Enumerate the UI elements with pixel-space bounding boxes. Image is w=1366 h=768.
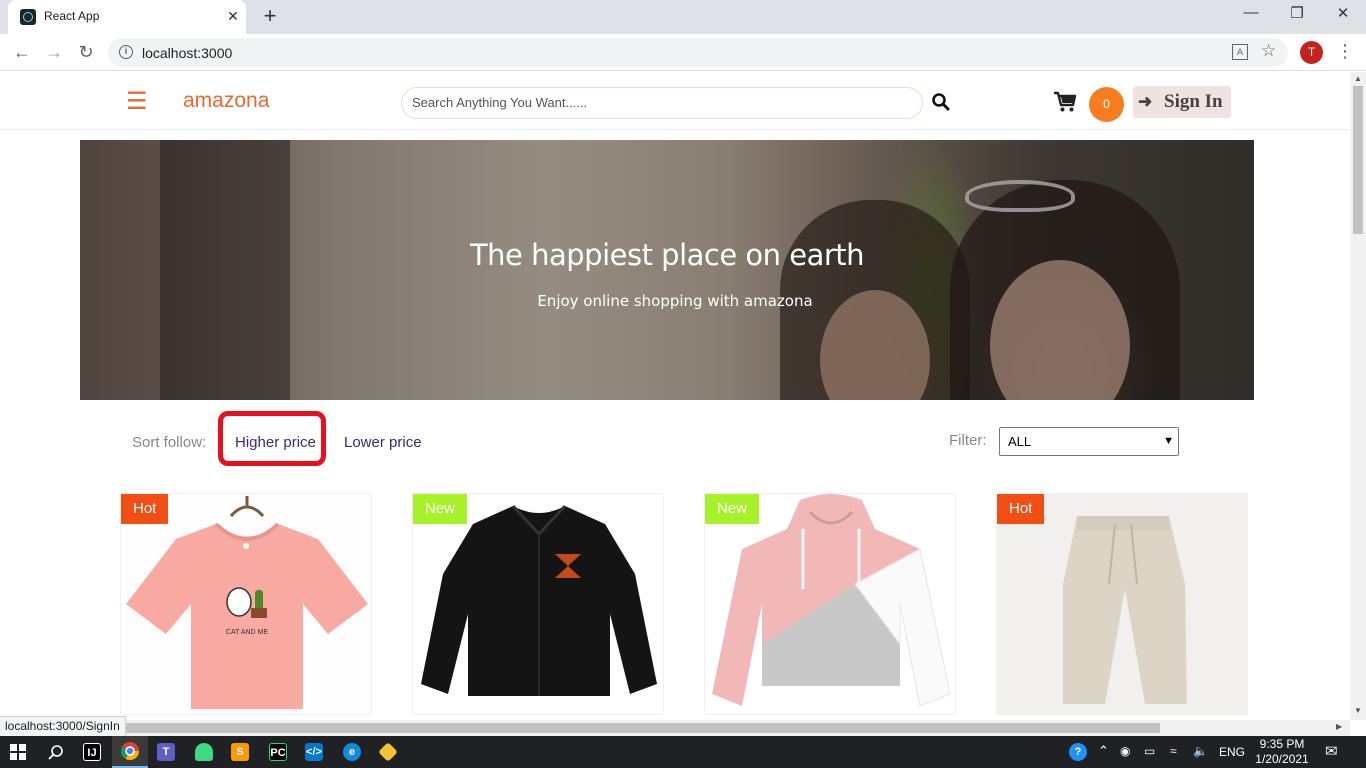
profile-avatar[interactable]: T — [1300, 41, 1323, 64]
notification-icon[interactable]: ✉ — [1325, 742, 1338, 760]
tab-close-icon[interactable]: ✕ — [224, 7, 242, 25]
site-info-icon[interactable]: i — [119, 45, 133, 59]
cart-icon[interactable] — [1053, 91, 1077, 113]
search-box — [401, 87, 923, 119]
page-viewport: ☰ amazona 0 ➜ Sign In The happiest place… — [0, 72, 1350, 720]
cart-count-badge[interactable]: 0 — [1089, 87, 1124, 122]
browser-menu-icon[interactable]: ⋮ — [1336, 40, 1354, 62]
highlight-annotation — [218, 411, 326, 466]
app-header: ☰ amazona 0 ➜ Sign In — [0, 72, 1350, 130]
scroll-down-icon[interactable]: ▼ — [1350, 706, 1366, 715]
product-card[interactable]: New — [412, 493, 664, 715]
filter-select[interactable]: ALL ▼ — [999, 427, 1179, 456]
teams-taskbar-icon[interactable]: T — [148, 736, 184, 768]
sign-in-button[interactable]: ➜ Sign In — [1133, 86, 1231, 118]
intellij-taskbar-icon[interactable]: IJ — [74, 736, 110, 768]
filter-selected-value: ALL — [1008, 434, 1032, 449]
translate-icon[interactable]: A — [1232, 44, 1248, 60]
help-icon[interactable]: ? — [1060, 736, 1096, 768]
android-studio-taskbar-icon[interactable] — [186, 736, 222, 768]
volume-icon[interactable]: 🔈 — [1193, 744, 1208, 758]
sign-in-label: Sign In — [1164, 91, 1223, 112]
bookmark-star-icon[interactable]: ☆ — [1261, 41, 1276, 61]
chrome-taskbar-icon[interactable] — [112, 736, 148, 768]
address-bar[interactable]: i localhost:3000 A ☆ — [108, 38, 1288, 67]
forward-arrow-icon[interactable]: → — [42, 40, 66, 64]
filter-label: Filter: — [949, 432, 987, 449]
product-badge: Hot — [121, 494, 169, 524]
vertical-scroll-thumb[interactable] — [1353, 86, 1363, 234]
sort-label: Sort follow: — [132, 434, 207, 451]
wifi-icon[interactable]: ≈ — [1170, 744, 1177, 758]
product-badge: New — [705, 494, 760, 524]
product-badge: New — [413, 494, 468, 524]
battery-icon[interactable]: ▭ — [1144, 744, 1155, 758]
tray-app-icon[interactable]: ◉ — [1120, 744, 1130, 758]
edge-taskbar-icon[interactable]: e — [334, 736, 370, 768]
hero-subtitle: Enjoy online shopping with amazona — [537, 292, 813, 310]
product-image-black-jacket — [413, 494, 663, 714]
sort-lower-price-link[interactable]: Lower price — [344, 434, 422, 451]
browser-toolbar: ← → ↻ i localhost:3000 A ☆ T ⋮ — [0, 34, 1366, 71]
product-card[interactable]: New — [704, 493, 956, 715]
windows-taskbar: IJ T S PC </> e ? ⌃ ◉ ▭ ≈ 🔈 ENG 9:35 PM … — [0, 736, 1366, 768]
chevron-down-icon: ▼ — [1163, 435, 1174, 447]
brand-logo[interactable]: amazona — [183, 89, 269, 113]
product-card[interactable]: Hot CAT AND ME — [120, 493, 372, 715]
vertical-scrollbar[interactable]: ▲ ▼ — [1350, 72, 1366, 720]
link-status-bubble: localhost:3000/SignIn — [0, 716, 126, 736]
sourcetree-taskbar-icon[interactable] — [370, 736, 406, 768]
scroll-right-icon[interactable]: ▶ — [1336, 722, 1342, 731]
windows-logo-icon — [10, 744, 26, 760]
product-image-beige-pants — [997, 494, 1247, 714]
scroll-up-icon[interactable]: ▲ — [1350, 74, 1366, 83]
close-window-button[interactable]: ✕ — [1320, 4, 1366, 22]
search-icon[interactable] — [931, 92, 951, 112]
url-text[interactable]: localhost:3000 — [142, 45, 232, 61]
tab-title: React App — [44, 9, 100, 23]
minimize-button[interactable]: — — [1228, 4, 1274, 21]
tray-chevron-icon[interactable]: ⌃ — [1098, 743, 1109, 759]
restore-button[interactable]: ❐ — [1274, 4, 1320, 22]
sublime-taskbar-icon[interactable]: S — [222, 736, 258, 768]
horizontal-scroll-thumb[interactable] — [120, 723, 1160, 733]
hero-banner: The happiest place on earth Enjoy online… — [80, 140, 1254, 400]
pycharm-taskbar-icon[interactable]: PC — [260, 736, 296, 768]
reload-icon[interactable]: ↻ — [74, 40, 98, 64]
hero-title: The happiest place on earth — [469, 238, 865, 272]
browser-tab-strip: React App ✕ + — ❐ ✕ — [0, 0, 1366, 34]
product-image-colorblock-hoodie — [705, 494, 955, 714]
product-badge: Hot — [997, 494, 1045, 524]
clock-time: 9:35 PM — [1259, 737, 1305, 751]
language-indicator[interactable]: ENG — [1219, 745, 1245, 759]
hamburger-icon[interactable]: ☰ — [126, 90, 148, 114]
browser-tab[interactable]: React App ✕ — [8, 0, 246, 34]
clock-date: 1/20/2021 — [1255, 752, 1309, 766]
search-input[interactable] — [412, 95, 912, 110]
react-favicon-icon — [20, 9, 36, 25]
search-taskbar-icon[interactable] — [38, 736, 74, 768]
start-button[interactable] — [0, 736, 36, 768]
product-image-pink-tshirt: CAT AND ME — [121, 494, 371, 714]
sign-in-icon: ➜ — [1138, 92, 1153, 111]
product-card[interactable]: Hot — [996, 493, 1248, 715]
tshirt-print-text: CAT AND ME — [226, 629, 268, 636]
horizontal-scrollbar[interactable]: ▶ — [0, 720, 1350, 736]
taskbar-clock[interactable]: 9:35 PM 1/20/2021 — [1254, 737, 1310, 767]
vscode-taskbar-icon[interactable]: </> — [296, 736, 332, 768]
back-arrow-icon[interactable]: ← — [10, 40, 34, 64]
new-tab-button[interactable]: + — [258, 4, 282, 28]
